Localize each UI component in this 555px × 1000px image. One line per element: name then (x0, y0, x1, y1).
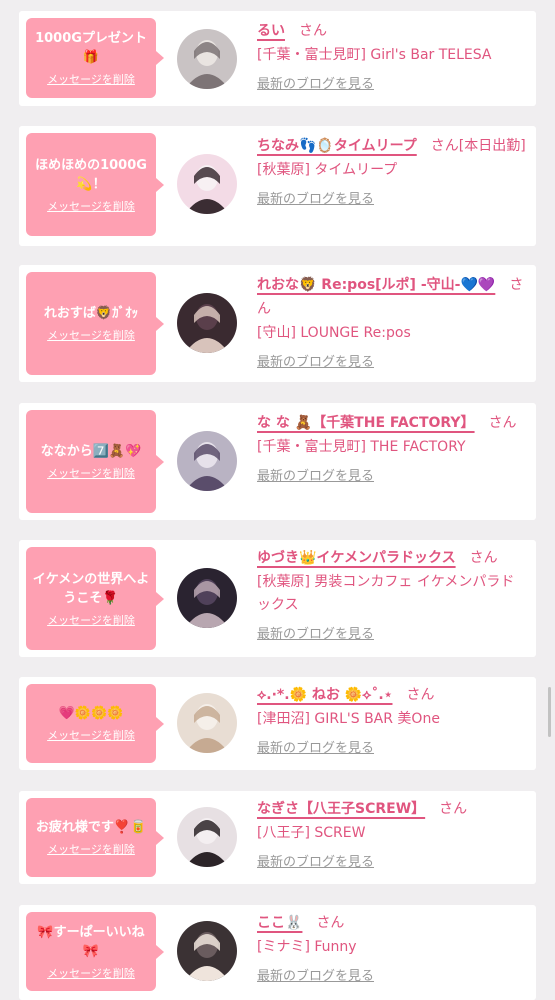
message-bubble: ななから7️⃣🧸💖 メッセージを削除 (26, 410, 164, 513)
message-bubble: ほめほめの1000G💫！ メッセージを削除 (26, 133, 164, 236)
message-card: イケメンの世界へようこそ🌹 メッセージを削除 ゆづき👑イケメンパラドックス さん … (19, 540, 536, 657)
cast-info: ちなみ👣🪞タイムリープ さん[本日出勤] [秋葉原] タイムリープ 最新のブログを… (257, 134, 526, 209)
honorific: さん[本日出勤] (430, 138, 526, 154)
honorific: さん (439, 801, 468, 817)
cast-name-link[interactable]: れおな🦁 Re:pos[ルポ] -守山-💙💜 (257, 277, 495, 293)
message-card: 🎀すーぱーいいね🎀 メッセージを削除 ここ🐰 さん [ミナミ] Funny 最新の… (19, 905, 536, 1000)
shop-name: [ミナミ] Funny (257, 939, 357, 955)
message-bubble: れおすば🦁ｶﾞｵｯ メッセージを削除 (26, 272, 164, 375)
shop-name: [千葉・富士見町] Girl's Bar TELESA (257, 47, 492, 63)
cast-name-link[interactable]: ゆづき👑イケメンパラドックス (257, 550, 456, 566)
cast-info: るい さん [千葉・富士見町] Girl's Bar TELESA 最新のブログを… (257, 19, 526, 94)
name-line: ⟡.·*.🌼 ねお 🌼⟡˚.⋆ さん (257, 683, 526, 707)
message-text: 🎀すーぱーいいね🎀 (37, 924, 145, 959)
avatar[interactable] (177, 29, 237, 89)
cast-info: な な 🧸【千葉THE FACTORY】 さん [千葉・富士見町] THE FAC… (257, 411, 526, 486)
shop-name: [千葉・富士見町] THE FACTORY (257, 439, 466, 455)
delete-message-link[interactable]: メッセージを削除 (47, 73, 135, 87)
message-bubble: イケメンの世界へようこそ🌹 メッセージを削除 (26, 547, 164, 650)
message-card: 💗🌼🌼🌼 メッセージを削除 ⟡.·*.🌼 ねお 🌼⟡˚.⋆ さん [津田沼] GI… (19, 677, 536, 770)
message-card: ほめほめの1000G💫！ メッセージを削除 ちなみ👣🪞タイムリープ さん[本日出勤… (19, 126, 536, 246)
cast-info: なぎさ【八王子SCREW】 さん [八王子] SCREW 最新のブログを見る (257, 797, 526, 872)
latest-blog-link[interactable]: 最新のブログを見る (257, 191, 374, 209)
cast-info: ⟡.·*.🌼 ねお 🌼⟡˚.⋆ さん [津田沼] GIRL'S BAR 美One … (257, 683, 526, 758)
message-bubble: 🎀すーぱーいいね🎀 メッセージを削除 (26, 912, 164, 991)
honorific: さん (299, 23, 327, 39)
delete-message-link[interactable]: メッセージを削除 (47, 843, 135, 857)
message-card: お疲れ様です❣️🥫 メッセージを削除 なぎさ【八王子SCREW】 さん [八王子]… (19, 791, 536, 884)
cast-info: れおな🦁 Re:pos[ルポ] -守山-💙💜 さん [守山] LOUNGE Re:… (257, 273, 526, 372)
latest-blog-link[interactable]: 最新のブログを見る (257, 468, 374, 486)
name-line: ここ🐰 さん (257, 911, 526, 935)
avatar[interactable] (177, 431, 237, 491)
latest-blog-link[interactable]: 最新のブログを見る (257, 854, 374, 872)
cast-name-link[interactable]: なぎさ【八王子SCREW】 (257, 801, 425, 817)
message-list: 1000Gプレゼント🎁 メッセージを削除 るい さん [千葉・富士見町] Girl… (0, 0, 555, 1000)
avatar[interactable] (177, 293, 237, 353)
honorific: さん (488, 415, 517, 431)
shop-name: [津田沼] GIRL'S BAR 美One (257, 711, 440, 727)
message-card: ななから7️⃣🧸💖 メッセージを削除 な な 🧸【千葉THE FACTORY】さ… (19, 403, 536, 520)
avatar[interactable] (177, 807, 237, 867)
shop-name: [秋葉原] タイムリープ (257, 162, 398, 178)
shop-name: [守山] LOUNGE Re:pos (257, 325, 411, 341)
message-text: イケメンの世界へようこそ🌹 (32, 571, 150, 606)
delete-message-link[interactable]: メッセージを削除 (47, 614, 135, 628)
latest-blog-link[interactable]: 最新のブログを見る (257, 626, 374, 644)
shop-name: [八王子] SCREW (257, 825, 366, 841)
avatar[interactable] (177, 921, 237, 981)
cast-name-link[interactable]: な な 🧸【千葉THE FACTORY】 (257, 415, 475, 431)
delete-message-link[interactable]: メッセージを削除 (47, 967, 135, 981)
message-text: 💗🌼🌼🌼 (58, 706, 124, 721)
avatar[interactable] (177, 154, 237, 214)
honorific: さん (406, 687, 435, 703)
honorific: さん (316, 915, 345, 931)
message-bubble: 💗🌼🌼🌼 メッセージを削除 (26, 684, 164, 763)
name-line: れおな🦁 Re:pos[ルポ] -守山-💙💜 さん (257, 273, 526, 321)
name-line: るい さん (257, 19, 526, 43)
cast-name-link[interactable]: ちなみ👣🪞タイムリープ (257, 138, 417, 154)
cast-info: ここ🐰 さん [ミナミ] Funny 最新のブログを見る (257, 911, 526, 986)
latest-blog-link[interactable]: 最新のブログを見る (257, 354, 374, 372)
name-line: ゆづき👑イケメンパラドックス さん (257, 546, 526, 570)
cast-name-link[interactable]: ⟡.·*.🌼 ねお 🌼⟡˚.⋆ (257, 687, 392, 703)
delete-message-link[interactable]: メッセージを削除 (47, 200, 135, 214)
cast-name-link[interactable]: ここ🐰 (257, 915, 302, 931)
shop-name: [秋葉原] 男装コンカフェ イケメンパラドックス (257, 574, 515, 613)
message-card: れおすば🦁ｶﾞｵｯ メッセージを削除 れおな🦁 Re:pos[ルポ] -守山-💙… (19, 265, 536, 382)
delete-message-link[interactable]: メッセージを削除 (47, 329, 135, 343)
message-bubble: 1000Gプレゼント🎁 メッセージを削除 (26, 18, 164, 98)
name-line: なぎさ【八王子SCREW】 さん (257, 797, 526, 821)
avatar[interactable] (177, 693, 237, 753)
cast-info: ゆづき👑イケメンパラドックス さん [秋葉原] 男装コンカフェ イケメンパラドック… (257, 546, 526, 644)
message-text: ななから7️⃣🧸💖 (40, 444, 142, 459)
avatar[interactable] (177, 568, 237, 628)
latest-blog-link[interactable]: 最新のブログを見る (257, 740, 374, 758)
delete-message-link[interactable]: メッセージを削除 (47, 467, 135, 481)
name-line: ちなみ👣🪞タイムリープ さん[本日出勤] (257, 134, 526, 158)
name-line: な な 🧸【千葉THE FACTORY】 さん (257, 411, 526, 435)
honorific: さん (469, 550, 498, 566)
message-text: ほめほめの1000G💫！ (35, 157, 147, 192)
latest-blog-link[interactable]: 最新のブログを見る (257, 968, 374, 986)
message-card: 1000Gプレゼント🎁 メッセージを削除 るい さん [千葉・富士見町] Girl… (19, 11, 536, 106)
cast-name-link[interactable]: るい (257, 23, 285, 39)
message-text: 1000Gプレゼント🎁 (35, 31, 147, 65)
delete-message-link[interactable]: メッセージを削除 (47, 729, 135, 743)
scrollbar[interactable] (548, 687, 551, 737)
message-text: お疲れ様です❣️🥫 (35, 820, 147, 835)
message-text: れおすば🦁ｶﾞｵｯ (43, 306, 139, 321)
message-bubble: お疲れ様です❣️🥫 メッセージを削除 (26, 798, 164, 877)
latest-blog-link[interactable]: 最新のブログを見る (257, 76, 374, 94)
